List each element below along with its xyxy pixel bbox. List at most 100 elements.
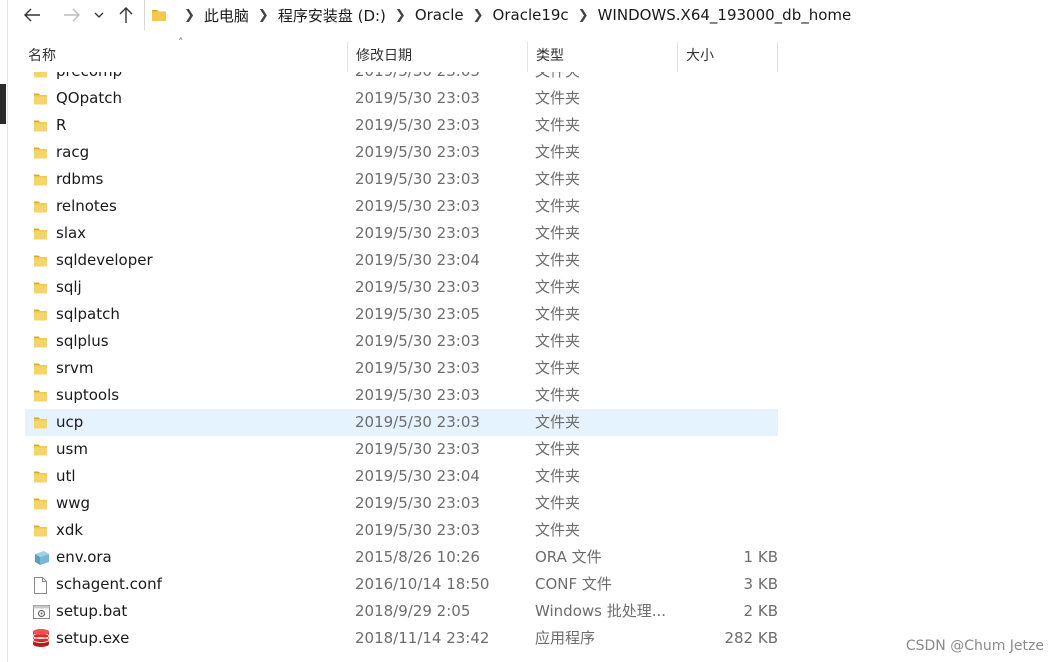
breadcrumb-oracle19c[interactable]: Oracle19c: [493, 6, 569, 24]
folder-row[interactable]: ucp 2019/5/30 23:03 文件夹: [25, 409, 778, 436]
column-name[interactable]: 名称: [18, 40, 348, 72]
item-type: 文件夹: [535, 251, 581, 269]
item-type: 文件夹: [535, 467, 581, 485]
folder-row[interactable]: racg 2019/5/30 23:03 文件夹: [25, 139, 778, 166]
folder-icon: [33, 226, 48, 241]
navigation-bar: ❯ 此电脑 ❯ 程序安装盘 (D:) ❯ Oracle ❯ Oracle19c …: [8, 0, 1058, 30]
item-name: suptools: [56, 386, 120, 404]
breadcrumb-drive-d[interactable]: 程序安装盘 (D:): [278, 5, 386, 26]
breadcrumb-this-pc[interactable]: 此电脑: [204, 5, 249, 26]
folder-icon: [33, 118, 48, 133]
item-type: 文件夹: [535, 278, 581, 296]
item-type: 文件夹: [535, 197, 581, 215]
item-type: 文件夹: [535, 494, 581, 512]
arrow-right-icon: [64, 8, 80, 22]
item-date-modified: 2019/5/30 23:03: [355, 224, 480, 242]
arrow-up-icon: [119, 7, 133, 23]
item-name: env.ora: [56, 548, 112, 566]
item-date-modified: 2019/5/30 23:03: [355, 72, 480, 85]
folder-row[interactable]: sqldeveloper 2019/5/30 23:04 文件夹: [25, 247, 778, 274]
item-type: 文件夹: [535, 386, 581, 404]
item-date-modified: 2018/11/14 23:42: [355, 629, 490, 647]
item-date-modified: 2019/5/30 23:03: [355, 332, 480, 350]
up-button[interactable]: [114, 0, 138, 30]
folder-row[interactable]: relnotes 2019/5/30 23:03 文件夹: [25, 193, 778, 220]
folder-row[interactable]: sqlpatch 2019/5/30 23:05 文件夹: [25, 301, 778, 328]
batch-file-icon: [33, 604, 50, 619]
item-date-modified: 2019/5/30 23:03: [355, 386, 480, 404]
item-name: xdk: [56, 521, 84, 539]
item-size: 3 KB: [743, 575, 778, 593]
item-name: racg: [56, 143, 90, 161]
column-date-modified[interactable]: 修改日期: [346, 40, 526, 72]
item-name: precomp: [56, 72, 122, 85]
column-type[interactable]: 类型: [526, 40, 676, 72]
folder-row[interactable]: usm 2019/5/30 23:03 文件夹: [25, 436, 778, 463]
folder-row[interactable]: srvm 2019/5/30 23:03 文件夹: [25, 355, 778, 382]
item-type: 文件夹: [535, 72, 580, 85]
file-row[interactable]: setup.bat 2018/9/29 2:05 Windows 批处理... 2 K…: [25, 598, 778, 625]
breadcrumb-separator-icon[interactable]: ❯: [473, 8, 484, 23]
item-date-modified: 2016/10/14 18:50: [355, 575, 490, 593]
breadcrumb-oracle[interactable]: Oracle: [415, 6, 464, 24]
item-date-modified: 2015/8/26 10:26: [355, 548, 480, 566]
item-name: QOpatch: [56, 89, 122, 107]
folder-row[interactable]: sqlplus 2019/5/30 23:03 文件夹: [25, 328, 778, 355]
back-button[interactable]: [18, 0, 46, 30]
folder-row[interactable]: wwg 2019/5/30 23:03 文件夹: [25, 490, 778, 517]
item-name: rdbms: [56, 170, 104, 188]
breadcrumb-separator-icon[interactable]: ❯: [395, 8, 406, 23]
folder-row[interactable]: precomp 2019/5/30 23:03 文件夹: [25, 72, 778, 85]
address-bar[interactable]: ❯ 此电脑 ❯ 程序安装盘 (D:) ❯ Oracle ❯ Oracle19c …: [144, 0, 1058, 30]
column-header: ˄ 名称 修改日期 类型 大小: [8, 36, 778, 72]
folder-row[interactable]: utl 2019/5/30 23:04 文件夹: [25, 463, 778, 490]
item-name: sqldeveloper: [56, 251, 153, 269]
item-type: 文件夹: [535, 116, 581, 134]
forward-button[interactable]: [58, 0, 86, 30]
folder-row[interactable]: R 2019/5/30 23:03 文件夹: [25, 112, 778, 139]
folder-row[interactable]: xdk 2019/5/30 23:03 文件夹: [25, 517, 778, 544]
folder-row[interactable]: QOpatch 2019/5/30 23:03 文件夹: [25, 85, 778, 112]
item-date-modified: 2019/5/30 23:04: [355, 467, 480, 485]
item-date-modified: 2019/5/30 23:03: [355, 89, 480, 107]
breadcrumb-separator-icon[interactable]: ❯: [258, 8, 269, 23]
folder-row[interactable]: sqlj 2019/5/30 23:03 文件夹: [25, 274, 778, 301]
file-row[interactable]: setup.exe 2018/11/14 23:42 应用程序 282 KB: [25, 625, 778, 652]
item-type: Windows 批处理...: [535, 602, 667, 620]
item-type: 应用程序: [535, 629, 596, 647]
item-type: 文件夹: [535, 359, 581, 377]
recent-locations-button[interactable]: [90, 0, 108, 30]
item-date-modified: 2019/5/30 23:04: [355, 251, 480, 269]
folder-icon: [33, 334, 48, 349]
breadcrumb-separator-icon: ❯: [184, 7, 195, 23]
folder-icon: [33, 523, 48, 538]
column-divider[interactable]: [777, 42, 778, 72]
item-date-modified: 2019/5/30 23:03: [355, 440, 480, 458]
item-date-modified: 2019/5/30 23:03: [355, 521, 480, 539]
item-type: 文件夹: [535, 440, 581, 458]
folder-row[interactable]: rdbms 2019/5/30 23:03 文件夹: [25, 166, 778, 193]
item-type: 文件夹: [535, 224, 581, 242]
breadcrumb-db-home[interactable]: WINDOWS.X64_193000_db_home: [598, 6, 852, 24]
arrow-left-icon: [24, 8, 40, 22]
breadcrumb-separator-icon[interactable]: ❯: [578, 8, 589, 23]
folder-row[interactable]: slax 2019/5/30 23:03 文件夹: [25, 220, 778, 247]
item-name: relnotes: [56, 197, 117, 215]
item-size: 1 KB: [743, 548, 778, 566]
item-name: usm: [56, 440, 88, 458]
item-date-modified: 2019/5/30 23:03: [355, 413, 480, 431]
file-row[interactable]: schagent.conf 2016/10/14 18:50 CONF 文件 3 KB: [25, 571, 778, 598]
folder-row[interactable]: suptools 2019/5/30 23:03 文件夹: [25, 382, 778, 409]
item-size: 2 KB: [743, 602, 778, 620]
item-name: schagent.conf: [56, 575, 162, 593]
column-size[interactable]: 大小: [676, 40, 776, 72]
item-type: CONF 文件: [535, 575, 612, 593]
item-name: setup.exe: [56, 629, 130, 647]
item-date-modified: 2019/5/30 23:03: [355, 278, 480, 296]
folder-icon: [152, 10, 166, 21]
item-type: 文件夹: [535, 89, 581, 107]
file-row[interactable]: env.ora 2015/8/26 10:26 ORA 文件 1 KB: [25, 544, 778, 571]
item-date-modified: 2019/5/30 23:03: [355, 116, 480, 134]
item-type: 文件夹: [535, 170, 581, 188]
folder-icon: [33, 91, 48, 106]
